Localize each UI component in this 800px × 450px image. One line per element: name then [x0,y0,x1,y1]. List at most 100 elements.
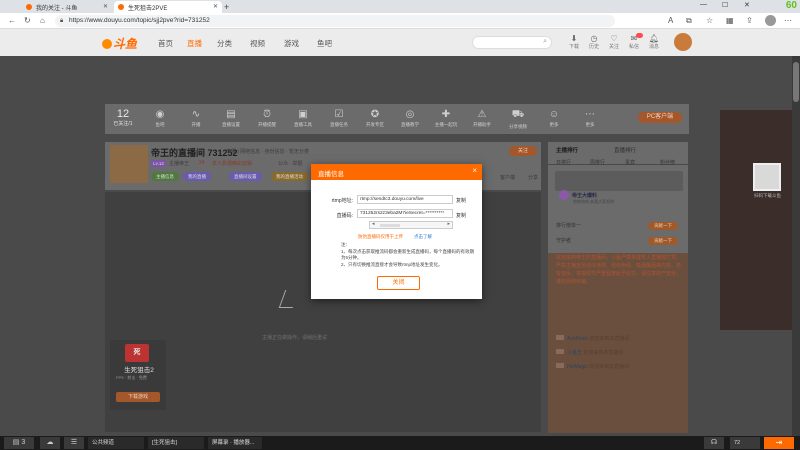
level-icon [556,363,564,368]
profile-avatar[interactable] [765,15,776,26]
close-icon[interactable]: ✕ [103,3,108,10]
toolstrip-item-user[interactable]: ☺ 更多 [541,109,567,128]
code-scroll-selector[interactable]: ◂ ▸ [369,221,453,229]
more-icon[interactable]: ⋯ [784,16,792,25]
close-dialog-button[interactable]: 关闭 [377,276,420,290]
nav-games[interactable]: 游戏 [284,38,299,49]
toolstrip-item-tasks[interactable]: ☑ 直播任务 [326,109,352,128]
badge-icon: ✪ [370,109,380,120]
nav-category[interactable]: 分类 [217,38,232,49]
toolstrip-item-dev[interactable]: ✪ 开发专区 [362,109,388,128]
close-icon[interactable]: ✕ [213,3,218,10]
collections-icon[interactable]: ▦ [726,16,734,25]
minimize-icon[interactable]: — [700,1,707,8]
read-aloud-icon[interactable]: A [668,16,673,25]
toolstrip-item-more[interactable]: ⋯ 更多 [577,109,603,128]
nav-yuba[interactable]: 鱼吧 [317,38,332,49]
contribute-button[interactable]: 贡献一下 [648,222,678,230]
follow-button[interactable]: 关注 [509,146,537,156]
back-icon[interactable]: ← [8,16,16,25]
network-icon[interactable]: ☊ [704,437,724,449]
user-avatar[interactable] [674,33,692,51]
arrow-left-icon[interactable]: ◂ [372,221,375,227]
site-search-input[interactable]: ⌕ [472,36,552,49]
wave-icon: ∿ [191,109,201,120]
toolstrip-item-yuba[interactable]: ◉ 鱼吧 [147,109,173,128]
tray-count[interactable]: 72 [730,437,760,449]
close-window-icon[interactable]: ✕ [744,1,750,9]
nav-video[interactable]: 视频 [250,38,265,49]
extensions-icon[interactable]: ⧉ [686,16,692,26]
taskbar-item-public[interactable]: 公共频道 [88,437,144,449]
toolstrip-item-play[interactable]: ✚ 主播一起玩 [433,109,459,128]
taskbar-app-icon[interactable]: ☰ [64,437,84,449]
browser-tabbar: 我的关注 - 斗鱼 ✕ 生死狙击2PVE ✕ + — ☐ ✕ 60 [0,0,800,13]
header-download[interactable]: ⬇ 下载 [565,34,583,50]
tab-anchor-rank[interactable]: 主播排行 [556,146,578,154]
dialog-title: 直播信息 [318,171,344,178]
start-button[interactable]: ▤ 3 [4,437,34,449]
pc-client-button[interactable]: PC客户端 [638,112,682,123]
tab-favicon-icon [118,4,124,10]
browser-tab-pve[interactable]: 生死狙击2PVE ✕ [114,1,222,13]
page-scrollbar[interactable] [792,56,800,436]
toolstrip-item-assist[interactable]: ⚠ 开播助手 [469,109,495,128]
maximize-icon[interactable]: ☐ [722,1,728,9]
reload-icon[interactable]: ↻ [24,16,31,25]
rank-row-label: 排行榜单一 [556,223,582,229]
streamer-avatar[interactable] [110,145,148,183]
nav-home[interactable]: 首页 [158,38,173,49]
tab-live-rank[interactable]: 直播排行 [614,146,636,154]
notice-name[interactable]: 帝王大爆料 [572,192,597,199]
toolstrip-item-teach[interactable]: ◎ 直播教学 [397,109,423,128]
tab-title: 我的关注 - 斗鱼 [36,5,78,12]
alarm-icon: ⏰︎ [263,109,271,120]
contribute-button[interactable]: 贡献一下 [648,237,678,245]
game-icon: ✚ [441,109,451,120]
toolstrip-item-share[interactable]: ⛟ 分享视频 [505,109,531,130]
new-tab-icon[interactable]: + [224,2,229,12]
home-icon[interactable]: ⌂ [40,16,45,25]
taskbar-orange-button[interactable]: ⇥ [764,437,794,449]
url-input[interactable]: 🔒︎ https://www.douyu.com/topic/sjj2pve?r… [55,15,615,27]
nav-live[interactable]: 直播 [187,38,202,49]
tab-favicon-icon [26,4,32,10]
chat-message: AzaPeelv 欢迎来到本直播间 [556,335,630,342]
client-link[interactable]: 客户端 [500,174,515,181]
game-download-button[interactable]: 下载游戏 [116,392,160,402]
copy-code-button[interactable]: 复制 [456,212,466,219]
follow-count[interactable]: 12 已关注/1 [110,108,136,127]
pill-settings[interactable]: 直播间设置 [229,172,262,181]
browser-tab-follow[interactable]: 我的关注 - 斗鱼 ✕ [22,1,112,13]
toolstrip-item-tools[interactable]: ▣ 直播工具 [290,109,316,128]
header-follow[interactable]: ♡ 关注 [605,34,623,50]
arrow-right-icon[interactable]: ▸ [447,221,450,227]
learn-more-link[interactable]: 点击了解 [414,234,432,240]
header-notify[interactable]: 🔔︎ 消息 [645,34,663,50]
rtmp-address-field[interactable]: rtmp://sendtc3.douyu.com/live [357,195,453,204]
streamer-name[interactable]: 主播帝王 [169,160,189,167]
copy-rtmp-button[interactable]: 复制 [456,197,466,204]
search-icon[interactable]: ⌕ [543,38,547,46]
header-history[interactable]: ◷ 历史 [585,34,603,50]
pill-mylive[interactable]: 我的直播 [183,172,211,181]
taskbar-app-icon[interactable]: ☁ [40,437,60,449]
taskbar-item-recorder[interactable]: 屏幕录 · 播放器... [208,437,262,449]
share-link[interactable]: 分享 [528,174,538,181]
share-icon[interactable]: ⇪ [746,16,753,25]
notice-avatar [559,190,569,200]
toolstrip-item-remind[interactable]: ⏰︎ 开播提醒 [254,109,280,128]
fps-counter: 60 [785,0,797,11]
toolstrip-item-settings[interactable]: ▤ 直播设置 [218,109,244,128]
scrollbar-thumb[interactable] [793,62,799,102]
pill-activity[interactable]: 我的直播活动 [271,172,308,181]
stream-code-field[interactable]: 731252rs2z3eba2M7ieSecret=********** [357,209,453,218]
favorite-icon[interactable]: ☆ [706,16,713,25]
close-icon[interactable]: × [472,166,477,175]
pill-info[interactable]: 主播信息 [151,172,179,181]
video-hint: 主播正在做操作，请稍后重试 [262,335,328,341]
taskbar-item-game[interactable]: [生死狙击] [148,437,204,449]
toolstrip-item-start[interactable]: ∿ 开播 [183,109,209,128]
site-logo[interactable]: 斗鱼 [102,35,137,52]
report-link[interactable]: 公众 · 举报 [278,160,302,167]
